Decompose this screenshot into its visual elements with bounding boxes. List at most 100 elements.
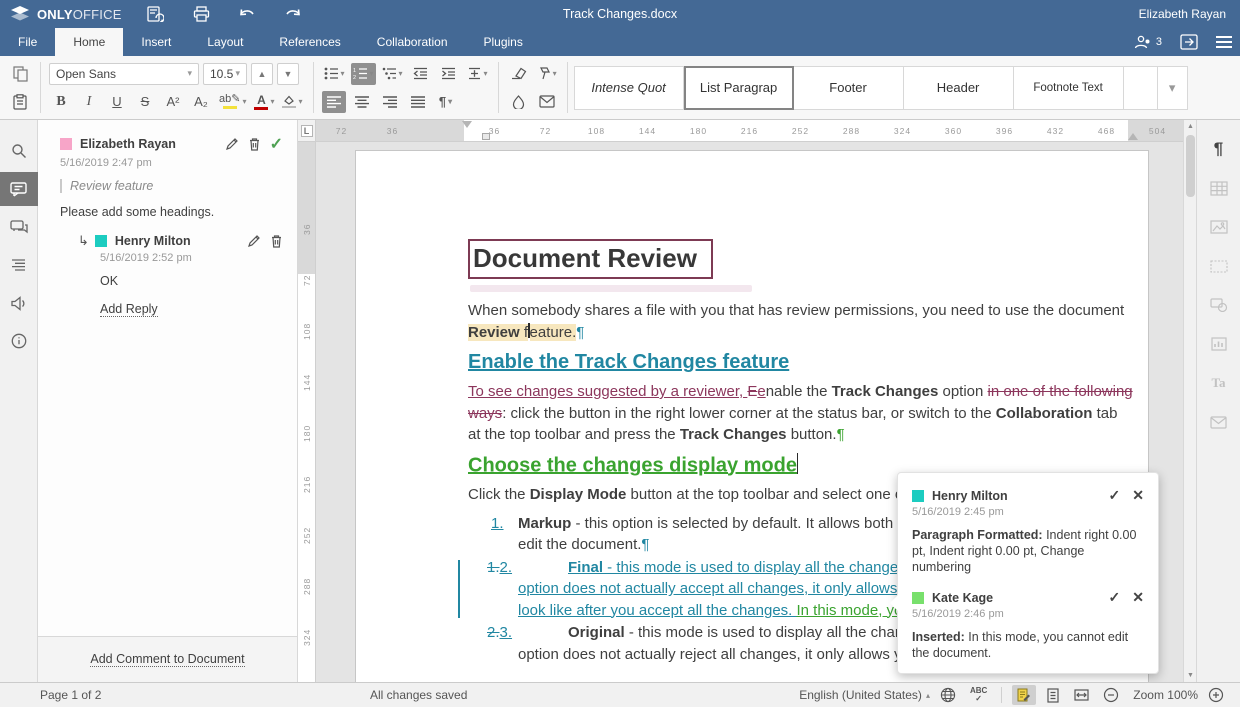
undo-button[interactable] xyxy=(236,4,258,24)
page-color-button[interactable] xyxy=(507,91,531,113)
align-justify-button[interactable] xyxy=(406,91,430,113)
shading-color-button[interactable]: ▾ xyxy=(280,91,304,113)
scroll-up-arrow[interactable]: ▲ xyxy=(1184,120,1197,133)
copy-button[interactable] xyxy=(8,63,32,85)
accept-change-button[interactable]: ✓ xyxy=(1109,589,1121,606)
about-panel-button[interactable] xyxy=(0,324,38,358)
style-footnote-text[interactable]: Footnote Text xyxy=(1014,66,1124,110)
increase-indent-button[interactable] xyxy=(437,63,461,85)
edit-reply-icon[interactable] xyxy=(247,234,261,248)
show-paragraph-marks-button[interactable]: ¶▾ xyxy=(434,91,458,113)
tab-home[interactable]: Home xyxy=(55,28,123,56)
ruler-corner: L xyxy=(298,120,316,142)
mailmerge-button[interactable] xyxy=(535,91,559,113)
bold-button[interactable]: B xyxy=(49,91,73,113)
tab-stop-selector[interactable]: L xyxy=(301,125,313,137)
fit-to-width-button[interactable] xyxy=(1074,688,1093,702)
vertical-ruler[interactable]: 363672108144180216252288324 xyxy=(298,142,316,682)
hamburger-menu-button[interactable] xyxy=(1216,36,1232,48)
mailmerge-settings-button[interactable] xyxy=(1207,411,1231,433)
resolve-comment-icon[interactable]: ✓ xyxy=(270,134,283,154)
decrement-font-size-button[interactable]: ▼ xyxy=(277,63,299,85)
numbered-list-button[interactable]: 12▾ xyxy=(351,63,376,85)
image-settings-button[interactable] xyxy=(1207,216,1231,238)
reply-date: 5/16/2019 2:52 pm xyxy=(100,252,283,264)
add-reply-link[interactable]: Add Reply xyxy=(100,302,158,317)
add-comment-to-document-link[interactable]: Add Comment to Document xyxy=(90,652,244,667)
online-users-button[interactable]: 3 xyxy=(1134,35,1162,50)
left-indent-marker[interactable] xyxy=(482,133,490,140)
chat-panel-button[interactable] xyxy=(0,210,38,244)
chart-settings-button[interactable] xyxy=(1207,333,1231,355)
tab-file[interactable]: File xyxy=(0,28,55,56)
tab-plugins[interactable]: Plugins xyxy=(466,28,541,56)
redo-button[interactable] xyxy=(282,4,304,24)
underline-button[interactable]: U xyxy=(105,91,129,113)
superscript-button[interactable]: A² xyxy=(161,91,185,113)
style-intense-quote[interactable]: Intense Quot xyxy=(574,66,684,110)
accept-change-button[interactable]: ✓ xyxy=(1109,487,1121,504)
style-header[interactable]: Header xyxy=(904,66,1014,110)
first-line-indent-marker[interactable] xyxy=(462,121,472,133)
decrease-indent-button[interactable] xyxy=(409,63,433,85)
font-color-button[interactable]: A▾ xyxy=(252,91,276,113)
align-left-button[interactable] xyxy=(322,91,346,113)
style-footer[interactable]: Footer xyxy=(794,66,904,110)
style-gallery: Intense Quot List Paragrap Footer Header… xyxy=(574,56,1188,119)
zoom-in-button[interactable] xyxy=(1208,687,1228,703)
multilevel-list-button[interactable]: ▾ xyxy=(380,63,405,85)
paste-button[interactable] xyxy=(8,91,32,113)
delete-reply-icon[interactable] xyxy=(270,234,283,248)
save-button[interactable] xyxy=(144,4,166,24)
page-indicator[interactable]: Page 1 of 2 xyxy=(40,683,101,707)
font-name-select[interactable]: Open Sans▾ xyxy=(49,63,199,85)
comments-panel-button[interactable] xyxy=(0,172,38,206)
horizontal-ruler[interactable]: 7236367210814418021625228832436039643246… xyxy=(316,120,1183,142)
line-spacing-button[interactable]: ▾ xyxy=(465,63,490,85)
clear-style-button[interactable] xyxy=(507,63,531,85)
right-indent-marker[interactable] xyxy=(1128,128,1138,140)
scrollbar-thumb[interactable] xyxy=(1186,135,1195,197)
style-list-paragraph[interactable]: List Paragrap xyxy=(684,66,794,110)
tab-collaboration[interactable]: Collaboration xyxy=(359,28,466,56)
tab-references[interactable]: References xyxy=(261,28,358,56)
font-size-select[interactable]: 10.5▾ xyxy=(203,63,247,85)
shape-settings-button[interactable] xyxy=(1207,294,1231,316)
review-change-text: Paragraph Formatted: Indent right 0.00 p… xyxy=(912,527,1144,575)
fit-to-page-button[interactable] xyxy=(1046,688,1064,703)
tab-insert[interactable]: Insert xyxy=(123,28,189,56)
delete-comment-icon[interactable] xyxy=(248,137,261,151)
edit-comment-icon[interactable] xyxy=(225,137,239,151)
style-gallery-expand-button[interactable]: ▾ xyxy=(1158,66,1188,110)
scroll-down-arrow[interactable]: ▼ xyxy=(1184,669,1197,682)
reject-change-button[interactable]: ✕ xyxy=(1132,589,1144,606)
paragraph-settings-button[interactable]: ¶ xyxy=(1207,138,1231,160)
print-button[interactable] xyxy=(190,4,212,24)
table-settings-button[interactable] xyxy=(1207,177,1231,199)
language-select[interactable]: English (United States)▴ xyxy=(799,688,930,702)
set-document-language-button[interactable] xyxy=(940,687,960,703)
increment-font-size-button[interactable]: ▲ xyxy=(251,63,273,85)
open-file-location-button[interactable] xyxy=(1180,34,1198,50)
tab-layout[interactable]: Layout xyxy=(189,28,261,56)
navigation-panel-button[interactable] xyxy=(0,248,38,282)
app-logo: ONLYOFFICE xyxy=(0,6,130,22)
align-right-button[interactable] xyxy=(378,91,402,113)
logo-text-strong: ONLY xyxy=(37,7,73,22)
search-panel-button[interactable] xyxy=(0,134,38,168)
reject-change-button[interactable]: ✕ xyxy=(1132,487,1144,504)
strikethrough-button[interactable]: S xyxy=(133,91,157,113)
vertical-scrollbar[interactable]: ▲ ▼ xyxy=(1183,120,1196,682)
bullet-list-button[interactable]: ▾ xyxy=(322,63,347,85)
zoom-out-button[interactable] xyxy=(1103,687,1123,703)
spell-checking-button[interactable]: ABC✓ xyxy=(970,687,991,703)
align-center-button[interactable] xyxy=(350,91,374,113)
copy-style-button[interactable]: ▾ xyxy=(535,63,559,85)
track-changes-toggle-button[interactable] xyxy=(1012,685,1036,705)
italic-button[interactable]: I xyxy=(77,91,101,113)
subscript-button[interactable]: A₂ xyxy=(189,91,213,113)
highlight-color-button[interactable]: ab✎▾ xyxy=(217,91,248,113)
feedback-panel-button[interactable] xyxy=(0,286,38,320)
textart-settings-button[interactable]: Ta xyxy=(1207,372,1231,394)
headerfooter-settings-button[interactable] xyxy=(1207,255,1231,277)
